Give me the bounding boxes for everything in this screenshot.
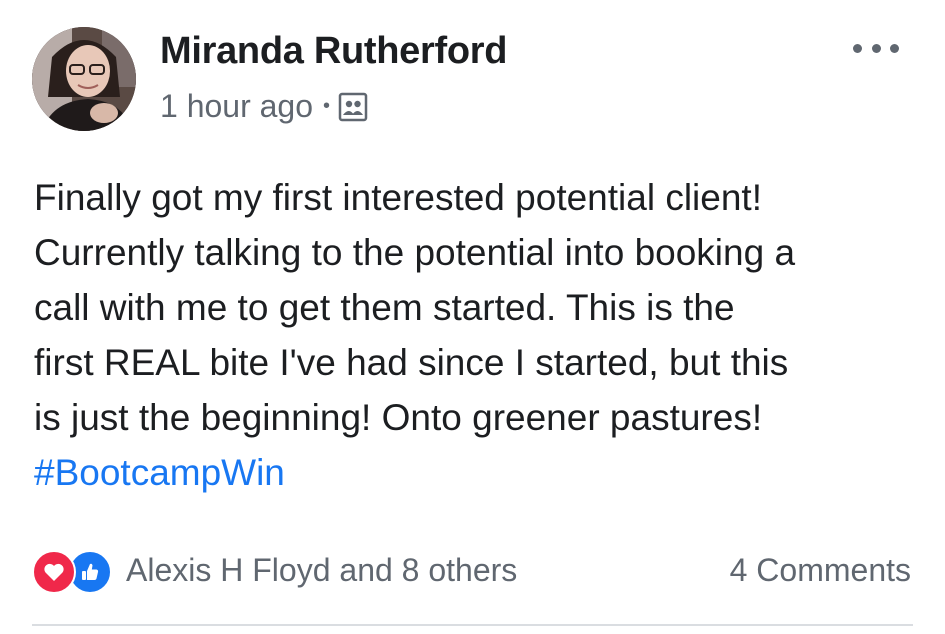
love-reaction-icon [32,550,76,594]
avatar[interactable] [32,27,136,131]
comments-count-link[interactable]: 4 Comments [730,552,911,589]
post-text-line: call with me to get them started. This i… [34,287,735,328]
post-text-line: Currently talking to the potential into … [34,232,796,273]
reaction-icons [32,548,118,594]
avatar-photo [32,27,136,131]
post-meta: 1 hour ago • [160,88,368,125]
hashtag-link[interactable]: #BootcampWin [34,445,924,500]
meta-separator: • [323,95,331,117]
more-dot-icon [853,43,862,53]
post-body: Finally got my first interested potentia… [34,170,924,500]
post-card: Miranda Rutherford 1 hour ago • Finally … [0,0,945,634]
timestamp[interactable]: 1 hour ago [160,88,313,125]
post-text-line: first REAL bite I've had since I started… [34,342,789,383]
reactions-summary[interactable]: Alexis H Floyd and 8 others [32,548,517,594]
more-dot-icon [890,43,899,53]
group-audience-icon [338,92,368,122]
author-name[interactable]: Miranda Rutherford [160,30,507,73]
footer-divider [32,624,913,626]
more-dot-icon [871,43,881,53]
reaction-summary-text[interactable]: Alexis H Floyd and 8 others [126,552,517,589]
post-text-line: is just the beginning! Onto greener past… [34,397,763,438]
post-text-line: Finally got my first interested potentia… [34,177,762,218]
more-options-button[interactable] [853,38,899,58]
